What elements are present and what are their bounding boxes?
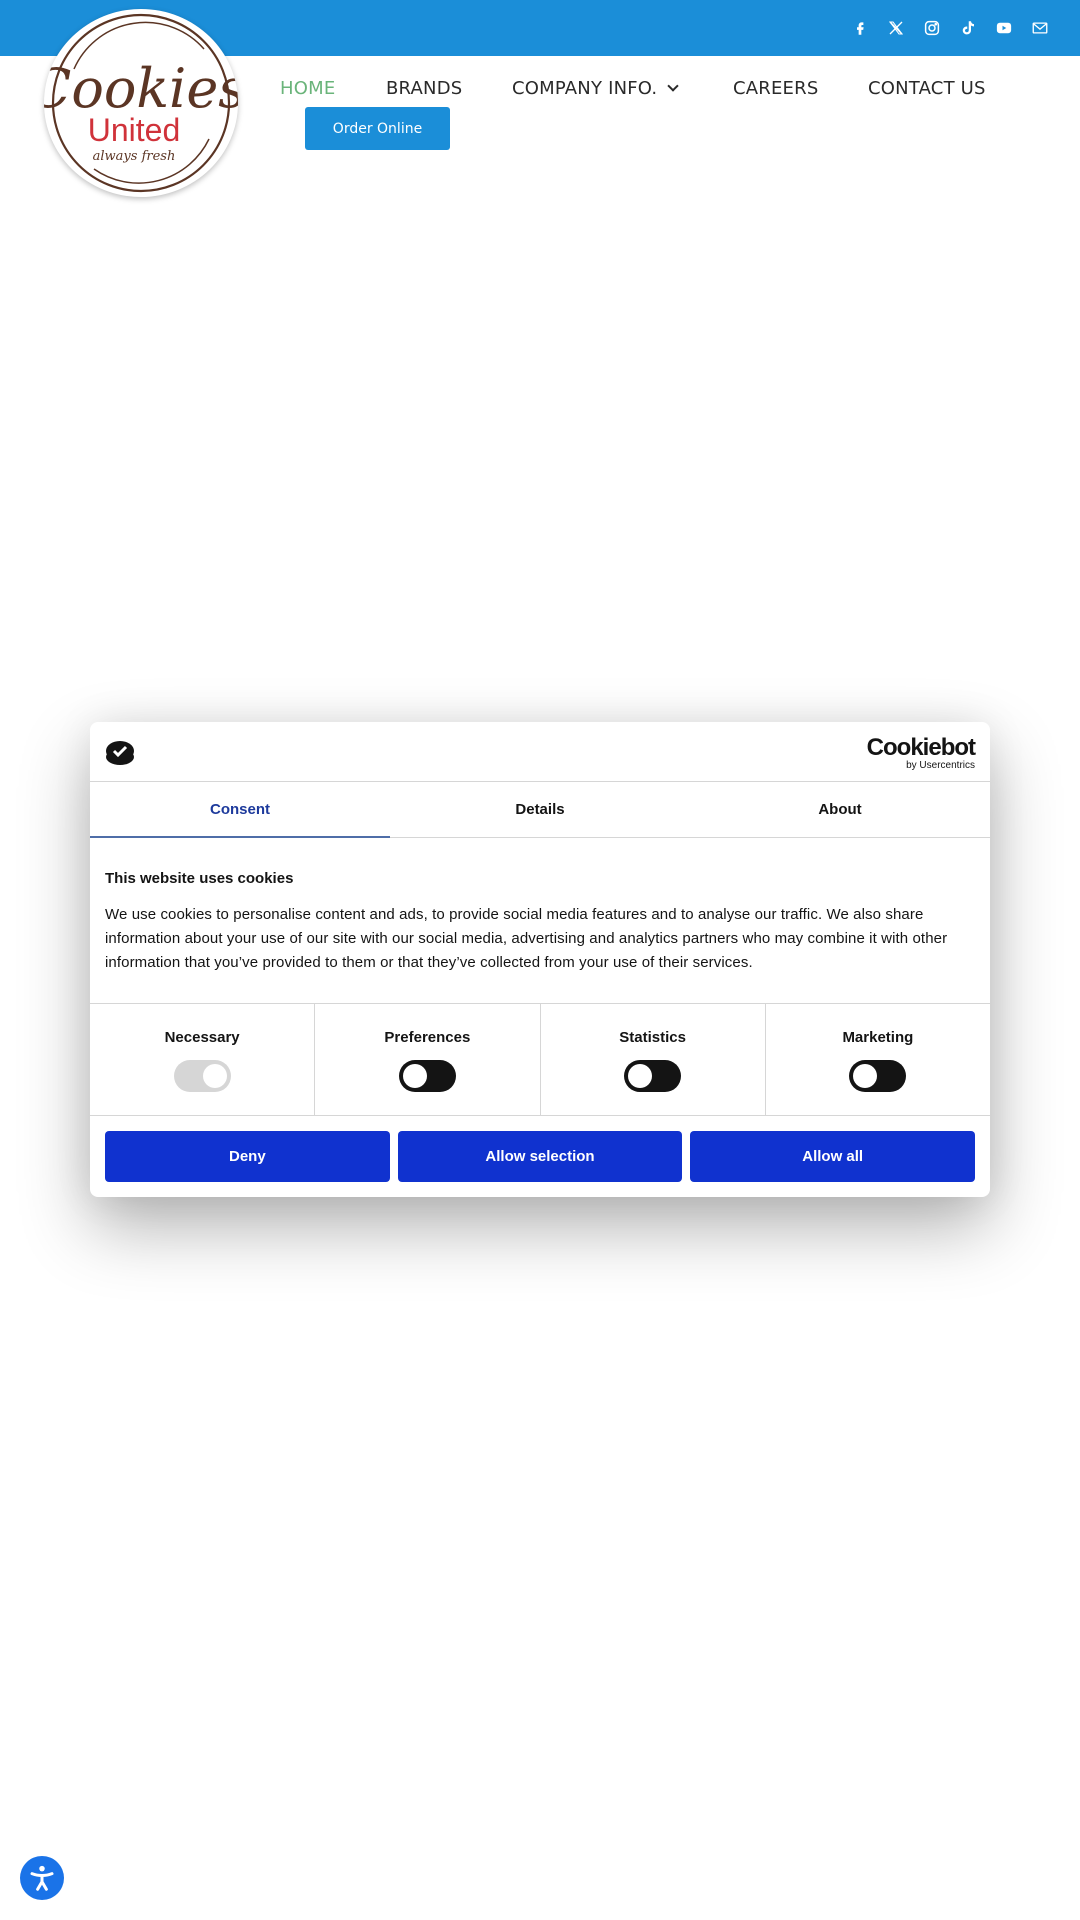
- social-links: [842, 14, 1058, 42]
- accessibility-button[interactable]: [20, 1856, 64, 1900]
- logo-tagline: always fresh: [93, 149, 176, 164]
- category-label: Statistics: [619, 1029, 686, 1046]
- nav-contact-us[interactable]: CONTACT US: [868, 78, 986, 99]
- instagram-icon[interactable]: [914, 14, 950, 42]
- email-icon[interactable]: [1022, 14, 1058, 42]
- nav-company-info[interactable]: COMPANY INFO.: [512, 78, 680, 99]
- category-statistics: Statistics: [541, 1004, 766, 1115]
- necessary-toggle: [173, 1060, 231, 1092]
- category-necessary: Necessary: [90, 1004, 316, 1115]
- tab-consent[interactable]: Consent: [90, 782, 390, 838]
- cookiebot-brand-name: Cookiebot: [866, 734, 976, 761]
- marketing-toggle[interactable]: [849, 1060, 907, 1092]
- tab-about[interactable]: About: [690, 782, 990, 837]
- consent-body: This website uses cookies We use cookies…: [90, 838, 990, 1003]
- nav-brands[interactable]: BRANDS: [386, 78, 462, 99]
- logo-name-line2: United: [88, 112, 181, 148]
- cookie-consent-dialog: Cookiebot by Usercentrics Consent Detail…: [90, 722, 990, 1197]
- nav-careers[interactable]: CAREERS: [733, 78, 818, 99]
- consent-categories: Necessary Preferences Statistics Marketi…: [90, 1003, 990, 1116]
- consent-actions: Deny Allow selection Allow all: [90, 1116, 990, 1182]
- category-label: Marketing: [842, 1029, 914, 1046]
- deny-button[interactable]: Deny: [105, 1131, 390, 1182]
- allow-all-button[interactable]: Allow all: [690, 1131, 976, 1182]
- cookiebot-logo-icon: [106, 741, 134, 765]
- tiktok-icon[interactable]: [950, 14, 986, 42]
- cookies-united-logo[interactable]: Cookies United always fresh: [44, 9, 238, 197]
- cookiebot-brand-sub: by Usercentrics: [906, 760, 975, 771]
- consent-text: We use cookies to personalise content an…: [105, 906, 948, 971]
- x-twitter-icon[interactable]: [878, 14, 914, 42]
- order-online-button[interactable]: Order Online: [305, 107, 450, 150]
- facebook-icon[interactable]: [842, 14, 878, 42]
- accessibility-icon: [30, 1865, 54, 1891]
- category-preferences: Preferences: [315, 1004, 541, 1115]
- consent-tabs: Consent Details About: [90, 782, 990, 838]
- preferences-toggle[interactable]: [398, 1060, 456, 1092]
- dialog-header: Cookiebot by Usercentrics: [90, 722, 990, 782]
- youtube-icon[interactable]: [986, 14, 1022, 42]
- cookiebot-brand: Cookiebot by Usercentrics: [866, 734, 976, 772]
- category-label: Necessary: [164, 1029, 240, 1046]
- category-marketing: Marketing: [766, 1004, 990, 1115]
- allow-selection-button[interactable]: Allow selection: [397, 1131, 683, 1182]
- nav-home[interactable]: HOME: [280, 78, 335, 99]
- nav-company-info-label: COMPANY INFO.: [512, 78, 658, 99]
- chevron-down-icon: [667, 80, 680, 92]
- category-label: Preferences: [384, 1029, 471, 1046]
- main-nav: HOME BRANDS COMPANY INFO. CAREERS CONTAC…: [0, 78, 1080, 102]
- tab-details[interactable]: Details: [390, 782, 690, 837]
- statistics-toggle[interactable]: [624, 1060, 682, 1092]
- consent-title: This website uses cookies: [105, 870, 294, 887]
